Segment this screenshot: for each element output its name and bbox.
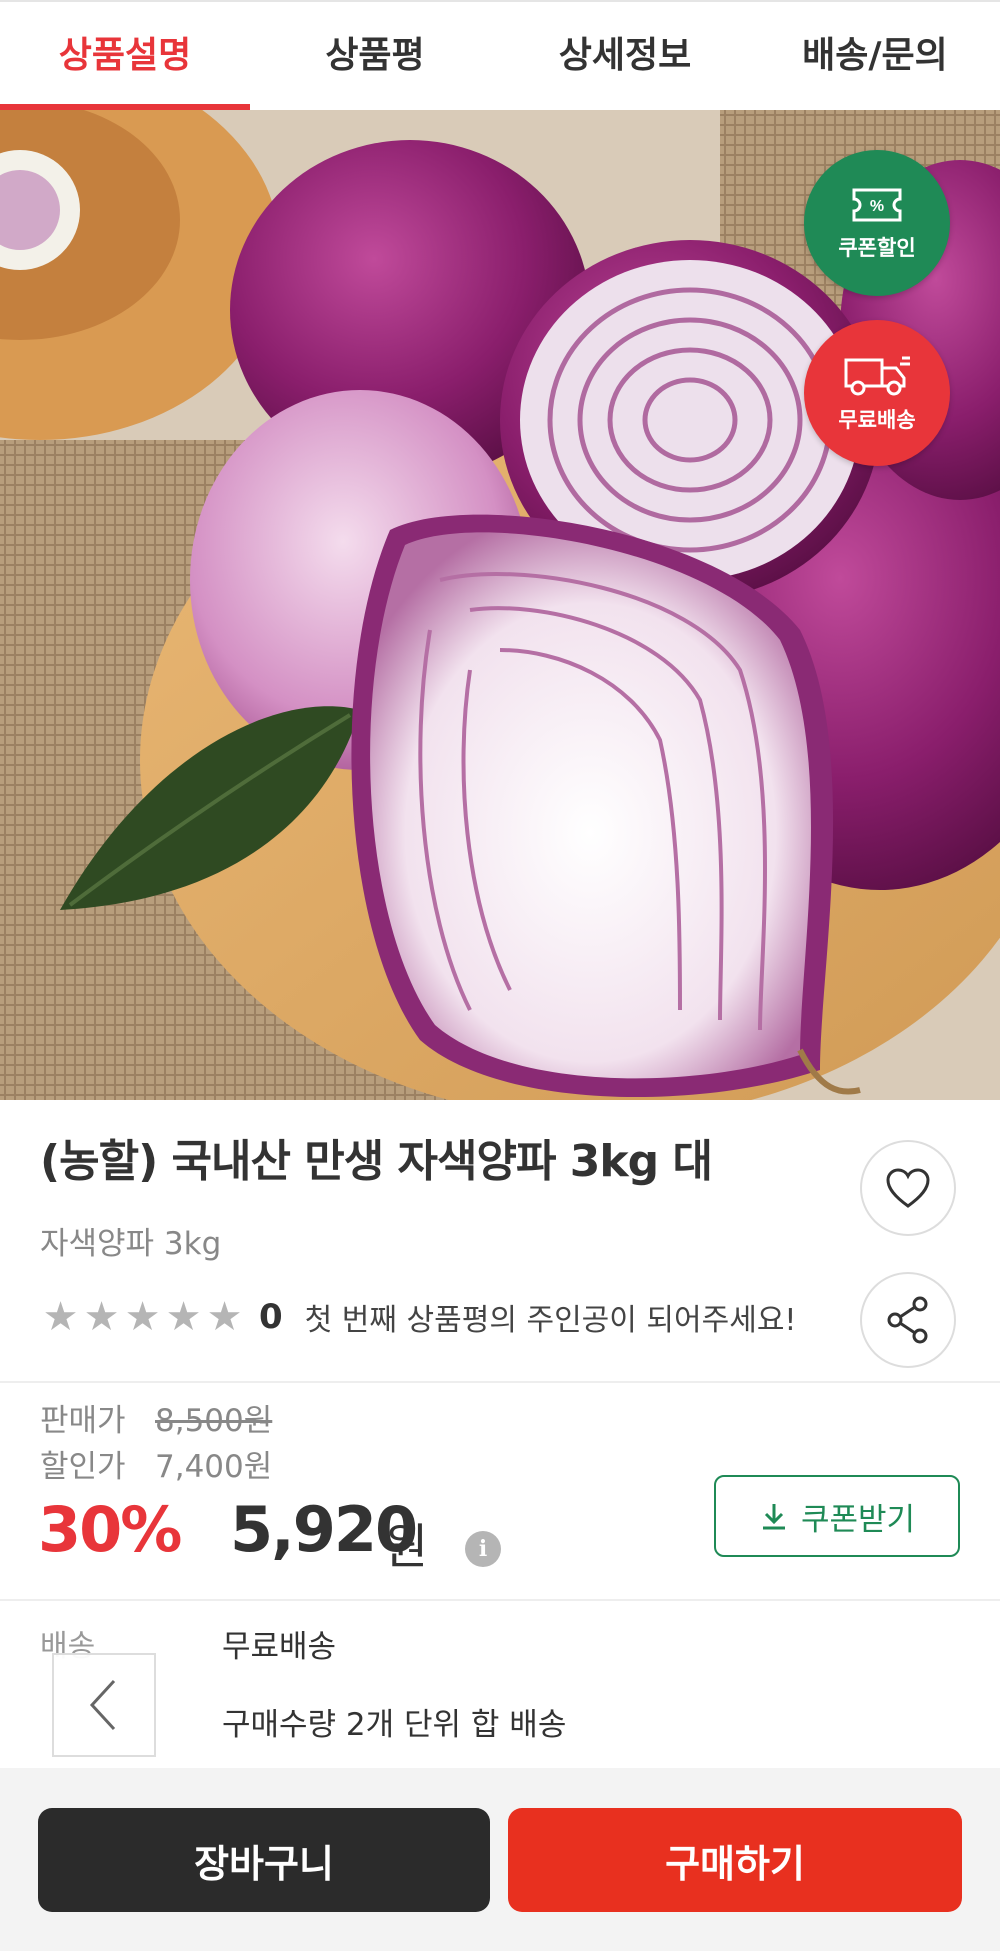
price-section: 판매가 8,500원 할인가 7,400원 30% 5,920 원 i 쿠폰받기: [0, 1383, 1000, 1601]
shipping-section: 배송 무료배송 구매수량 2개 단위 합 배송: [0, 1603, 1000, 1768]
tab-reviews[interactable]: 상품평: [250, 2, 500, 110]
rating-row: ★ ★ ★ ★ ★ 0 첫 번째 상품평의 주인공이 되어주세요!: [40, 1293, 797, 1340]
discount-price-row: 할인가 7,400원: [40, 1441, 272, 1486]
discount-price-value: 7,400원: [155, 1449, 273, 1485]
free-shipping-badge: 무료배송: [804, 320, 950, 466]
star-icon: ★: [83, 1293, 120, 1340]
tab-product-description[interactable]: 상품설명: [0, 2, 250, 110]
shipping-method: 무료배송: [222, 1629, 337, 1665]
tab-bar: 상품설명 상품평 상세정보 배송/문의: [0, 0, 1000, 110]
coupon-discount-badge: % 쿠폰할인: [804, 150, 950, 296]
sale-price-value: 8,500원: [155, 1403, 273, 1439]
info-icon[interactable]: i: [465, 1531, 501, 1567]
product-subtitle: 자색양파 3kg: [40, 1226, 222, 1262]
star-icon: ★: [206, 1293, 243, 1340]
download-icon: [762, 1504, 785, 1530]
coupon-icon: %: [852, 188, 902, 222]
svg-text:%: %: [870, 198, 884, 215]
coupon-button-label: 쿠폰받기: [800, 1501, 916, 1538]
chevron-left-icon: [89, 1679, 116, 1731]
sale-price-label: 판매가: [40, 1403, 126, 1439]
sale-price-row: 판매가 8,500원: [40, 1395, 272, 1440]
bottom-action-bar: 장바구니 구매하기: [0, 1768, 1000, 1951]
truck-icon: [844, 356, 910, 396]
back-button[interactable]: [52, 1653, 156, 1757]
discount-rate: 30%: [38, 1493, 182, 1566]
star-icon: ★: [124, 1293, 161, 1340]
product-info-section: (농할) 국내산 만생 자색양파 3kg 대 자색양파 3kg ★ ★ ★ ★ …: [0, 1100, 1000, 1383]
coupon-badge-label: 쿠폰할인: [838, 236, 916, 260]
share-icon: [887, 1296, 928, 1344]
star-icon: ★: [42, 1293, 79, 1340]
review-prompt[interactable]: 첫 번째 상품평의 주인공이 되어주세요!: [305, 1295, 797, 1339]
share-button[interactable]: [860, 1272, 956, 1368]
discount-price-label: 할인가: [40, 1449, 126, 1485]
rating-stars: ★ ★ ★ ★ ★: [40, 1293, 245, 1340]
tab-details[interactable]: 상세정보: [500, 2, 750, 110]
tab-shipping-inquiry[interactable]: 배송/문의: [750, 2, 1000, 110]
product-image: % 쿠폰할인 무료배송: [0, 110, 1000, 1100]
shipping-badge-label: 무료배송: [838, 408, 916, 432]
add-to-cart-button[interactable]: 장바구니: [38, 1808, 490, 1912]
heart-icon: [886, 1168, 930, 1208]
review-count: 0: [259, 1297, 283, 1337]
currency-unit: 원: [384, 1519, 429, 1575]
star-icon: ★: [165, 1293, 202, 1340]
shipping-note: 구매수량 2개 단위 합 배송: [222, 1707, 567, 1743]
download-coupon-button[interactable]: 쿠폰받기: [714, 1475, 960, 1557]
buy-now-button[interactable]: 구매하기: [508, 1808, 962, 1912]
product-title: (농할) 국내산 만생 자색양파 3kg 대: [40, 1136, 713, 1187]
wishlist-button[interactable]: [860, 1140, 956, 1236]
